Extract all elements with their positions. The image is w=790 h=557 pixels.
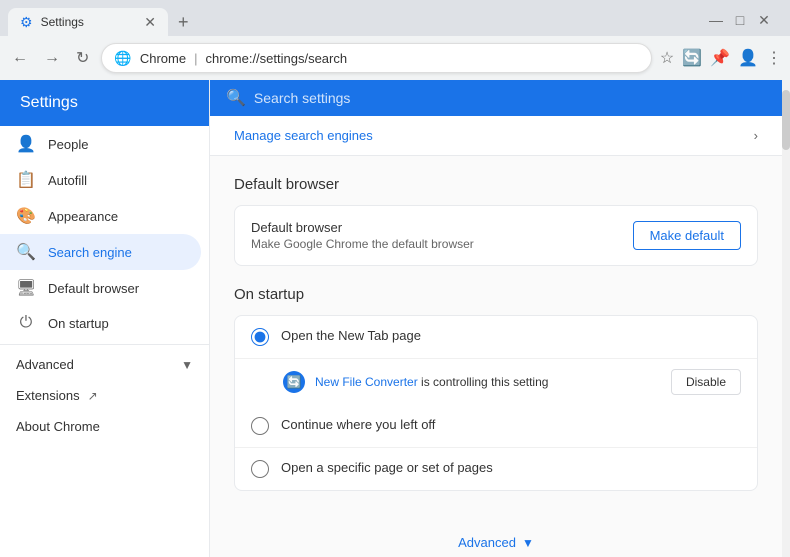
default-browser-card: Default browser Make Google Chrome the d… [234,205,758,266]
site-icon: 🌐 [114,50,131,67]
on-startup-section-title: On startup [234,286,758,303]
sidebar: Settings 👤 People 📋 Autofill 🎨 Appearanc… [0,80,210,557]
address-input[interactable]: 🌐 Chrome | chrome://settings/search [101,43,651,73]
advanced-bottom-button[interactable]: Advanced ▼ [434,523,558,557]
extension-name-link[interactable]: New File Converter [315,375,418,389]
address-bar: ← → ↻ 🌐 Chrome | chrome://settings/searc… [0,36,790,80]
settings-search-bar: 🔍 [210,80,782,116]
sidebar-divider [0,344,209,345]
startup-radio-continue[interactable] [251,417,269,435]
search-engine-icon: 🔍 [16,242,36,262]
main-content: 🔍 Manage search engines › Default browse… [210,80,782,557]
about-chrome-label: About Chrome [16,419,100,434]
default-browser-card-subtitle: Make Google Chrome the default browser [251,237,621,251]
sidebar-item-appearance[interactable]: 🎨 Appearance [0,198,209,234]
sidebar-extensions[interactable]: Extensions ↗ [0,380,209,411]
content-inner: Default browser Default browser Make Goo… [210,176,782,515]
sidebar-about-chrome[interactable]: About Chrome [0,411,209,442]
close-button[interactable]: ✕ [754,12,774,29]
profile-icon[interactable]: 👤 [738,48,758,68]
startup-label-specific: Open a specific page or set of pages [281,460,493,475]
sidebar-item-default-browser[interactable]: 🖥 Default browser [0,270,209,306]
autofill-icon: 📋 [16,170,36,190]
people-icon: 👤 [16,134,36,154]
sidebar-item-search-engine[interactable]: 🔍 Search engine [0,234,201,270]
advanced-bottom-arrow-icon: ▼ [522,536,534,550]
extensions-external-icon: ↗ [88,389,98,403]
startup-option-new-tab[interactable]: Open the New Tab page [235,316,757,358]
sidebar-item-appearance-label: Appearance [48,209,118,224]
address-right-icons: ☆ 🔄 📌 👤 ⋮ [660,48,782,68]
sidebar-item-people[interactable]: 👤 People [0,126,209,162]
manage-search-engines-bar[interactable]: Manage search engines › [210,116,782,156]
sidebar-advanced-label: Advanced [16,357,74,372]
refresh-button[interactable]: ↻ [72,44,93,72]
menu-icon[interactable]: ⋮ [766,48,782,68]
startup-option-specific[interactable]: Open a specific page or set of pages [235,447,757,490]
browser-window: ⚙ Settings ✕ + — □ ✕ ← → ↻ 🌐 Chrome | ch… [0,0,790,80]
startup-radio-specific[interactable] [251,460,269,478]
sidebar-item-on-startup[interactable]: ⏻ On startup [0,306,209,340]
maximize-button[interactable]: □ [730,12,750,29]
startup-radio-new-tab[interactable] [251,328,269,346]
scrollbar-thumb[interactable] [782,90,790,150]
startup-card: Open the New Tab page 🔄 New File Convert… [234,315,758,491]
startup-option-continue[interactable]: Continue where you left off [235,405,757,447]
forward-button[interactable]: → [40,45,64,71]
default-browser-icon: 🖥 [16,278,36,298]
sidebar-item-people-label: People [48,137,88,152]
sync-icon[interactable]: 🔄 [682,48,702,68]
sidebar-item-on-startup-label: On startup [48,316,109,331]
address-url: chrome://settings/search [205,51,347,66]
startup-label-continue: Continue where you left off [281,417,435,432]
extension-logo-icon: 🔄 [283,371,305,393]
sidebar-title: Settings [0,80,209,126]
tab-title: Settings [41,15,137,29]
manage-search-engines-label: Manage search engines [234,128,373,143]
default-browser-card-title: Default browser [251,220,621,235]
site-name: Chrome [140,51,186,66]
settings-search-input[interactable] [254,90,766,106]
new-tab-button[interactable]: + [172,10,195,35]
default-browser-card-row: Default browser Make Google Chrome the d… [235,206,757,265]
on-startup-icon: ⏻ [16,314,36,332]
make-default-button[interactable]: Make default [633,221,741,250]
tab-close-icon[interactable]: ✕ [144,14,156,31]
advanced-expand-icon: ▼ [181,358,193,372]
tab-bar: ⚙ Settings ✕ + — □ ✕ [0,0,790,36]
extension-icon[interactable]: 📌 [710,48,730,68]
sidebar-item-autofill-label: Autofill [48,173,87,188]
extension-warning-row: 🔄 New File Converter is controlling this… [235,358,757,405]
extension-warning-text: New File Converter is controlling this s… [315,375,661,389]
scrollbar-track[interactable] [782,80,790,557]
address-separator: | [194,51,197,66]
disable-extension-button[interactable]: Disable [671,369,741,395]
search-icon: 🔍 [226,88,246,108]
tab-favicon-icon: ⚙ [20,14,33,31]
sidebar-item-search-engine-label: Search engine [48,245,132,260]
sidebar-item-default-browser-label: Default browser [48,281,139,296]
sidebar-item-autofill[interactable]: 📋 Autofill [0,162,209,198]
default-browser-card-content: Default browser Make Google Chrome the d… [251,220,621,251]
back-button[interactable]: ← [8,45,32,71]
sidebar-advanced-section[interactable]: Advanced ▼ [0,349,209,380]
advanced-bottom-label: Advanced [458,535,516,550]
appearance-icon: 🎨 [16,206,36,226]
minimize-button[interactable]: — [706,12,726,29]
window-controls: — □ ✕ [706,12,782,33]
bookmark-icon[interactable]: ☆ [660,48,674,68]
extension-warning-suffix: is controlling this setting [418,375,549,389]
default-browser-section-title: Default browser [234,176,758,193]
manage-bar-arrow-icon: › [754,128,758,143]
startup-label-new-tab: Open the New Tab page [281,328,421,343]
app-body: Settings 👤 People 📋 Autofill 🎨 Appearanc… [0,80,790,557]
active-tab[interactable]: ⚙ Settings ✕ [8,8,168,36]
extensions-label: Extensions [16,388,80,403]
